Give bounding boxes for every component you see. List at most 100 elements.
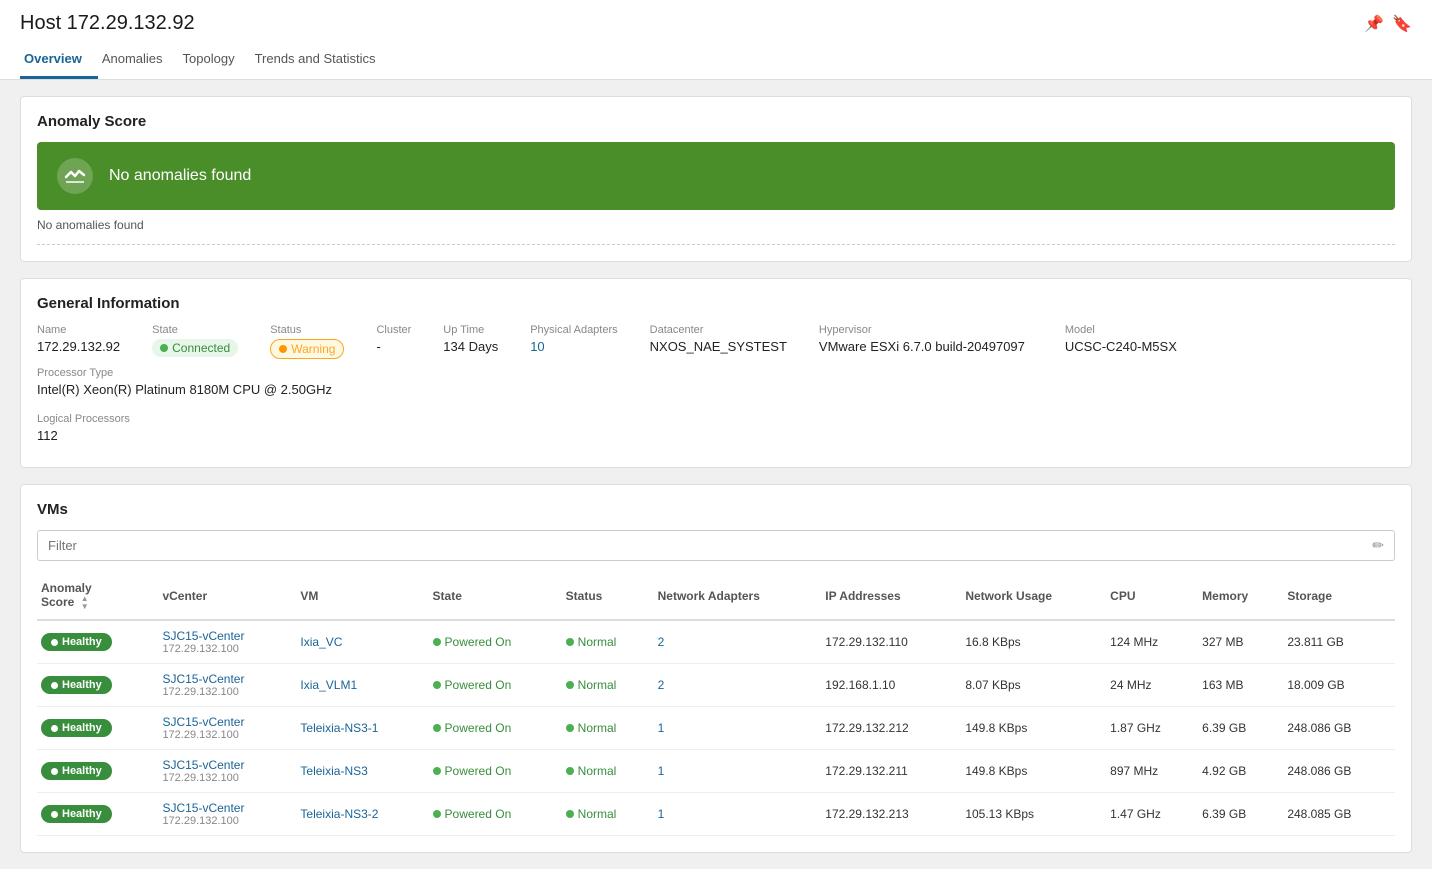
state-label: State xyxy=(152,324,238,336)
cell-memory: 163 MB xyxy=(1198,664,1283,707)
state-powered-on: Powered On xyxy=(433,678,512,692)
cell-anomaly: Healthy xyxy=(37,664,158,707)
table-row: Healthy SJC15-vCenter 172.29.132.100 Ixi… xyxy=(37,620,1395,664)
vcenter-link[interactable]: SJC15-vCenter xyxy=(162,801,288,815)
vm-link[interactable]: Ixia_VLM1 xyxy=(300,678,357,692)
status-normal: Normal xyxy=(566,807,617,821)
sort-anomaly[interactable]: ▲▼ xyxy=(81,595,89,611)
cell-network-usage: 149.8 KBps xyxy=(961,750,1106,793)
cell-status: Normal xyxy=(562,793,654,836)
network-adapters-link[interactable]: 1 xyxy=(658,807,665,821)
cell-network-adapters: 1 xyxy=(654,750,822,793)
healthy-badge: Healthy xyxy=(41,762,112,780)
cell-vcenter: SJC15-vCenter 172.29.132.100 xyxy=(158,750,296,793)
vm-link[interactable]: Teleixia-NS3-2 xyxy=(300,807,378,821)
info-processor: Processor Type Intel(R) Xeon(R) Platinum… xyxy=(37,367,364,397)
pin-icon[interactable]: 📌 xyxy=(1364,14,1384,34)
status-dot xyxy=(279,345,287,353)
state-dot xyxy=(433,767,441,775)
vm-link[interactable]: Teleixia-NS3-1 xyxy=(300,721,378,735)
network-adapters-link[interactable]: 2 xyxy=(658,635,665,649)
main-content: Anomaly Score No anomalies found No anom… xyxy=(0,80,1432,869)
vcenter-ip: 172.29.132.100 xyxy=(162,729,288,741)
network-adapters-link[interactable]: 1 xyxy=(658,764,665,778)
cell-anomaly: Healthy xyxy=(37,620,158,664)
datacenter-value: NXOS_NAE_SYSTEST xyxy=(650,339,787,354)
state-powered-on: Powered On xyxy=(433,721,512,735)
vcenter-link[interactable]: SJC15-vCenter xyxy=(162,758,288,772)
tab-overview[interactable]: Overview xyxy=(20,43,98,79)
vcenter-link[interactable]: SJC15-vCenter xyxy=(162,715,288,729)
cell-status: Normal xyxy=(562,750,654,793)
cell-status: Normal xyxy=(562,707,654,750)
vcenter-link[interactable]: SJC15-vCenter xyxy=(162,629,288,643)
filter-input[interactable] xyxy=(48,538,1372,553)
vm-link[interactable]: Ixia_VC xyxy=(300,635,342,649)
cell-state: Powered On xyxy=(429,793,562,836)
healthy-badge: Healthy xyxy=(41,676,112,694)
processor-label: Processor Type xyxy=(37,367,332,379)
cell-cpu: 24 MHz xyxy=(1106,664,1198,707)
cell-vcenter: SJC15-vCenter 172.29.132.100 xyxy=(158,664,296,707)
bookmark-icon[interactable]: 🔖 xyxy=(1392,14,1412,34)
vms-card: VMs ✏ Anomaly Score ▲▼ vCenter VM State … xyxy=(20,484,1412,853)
tab-trends[interactable]: Trends and Statistics xyxy=(251,43,392,79)
model-label: Model xyxy=(1065,324,1177,336)
tab-topology[interactable]: Topology xyxy=(179,43,251,79)
state-value: Connected xyxy=(152,339,238,357)
cell-state: Powered On xyxy=(429,750,562,793)
header-icons: 📌 🔖 xyxy=(1364,14,1412,34)
cell-cpu: 1.47 GHz xyxy=(1106,793,1198,836)
anomaly-score-card: Anomaly Score No anomalies found No anom… xyxy=(20,96,1412,262)
info-model: Model UCSC-C240-M5SX xyxy=(1065,324,1209,359)
cell-network-adapters: 1 xyxy=(654,793,822,836)
table-row: Healthy SJC15-vCenter 172.29.132.100 Tel… xyxy=(37,793,1395,836)
cell-ip-addresses: 172.29.132.213 xyxy=(821,793,961,836)
col-status: Status xyxy=(562,573,654,620)
status-dot xyxy=(566,810,574,818)
table-row: Healthy SJC15-vCenter 172.29.132.100 Tel… xyxy=(37,750,1395,793)
col-cpu: CPU xyxy=(1106,573,1198,620)
processor-value: Intel(R) Xeon(R) Platinum 8180M CPU @ 2.… xyxy=(37,382,332,397)
network-adapters-link[interactable]: 2 xyxy=(658,678,665,692)
cell-storage: 18.009 GB xyxy=(1283,664,1395,707)
general-info-title: General Information xyxy=(37,295,1395,312)
cell-network-usage: 16.8 KBps xyxy=(961,620,1106,664)
cell-network-adapters: 1 xyxy=(654,707,822,750)
cell-memory: 327 MB xyxy=(1198,620,1283,664)
vm-link[interactable]: Teleixia-NS3 xyxy=(300,764,367,778)
cell-status: Normal xyxy=(562,664,654,707)
physical-adapters-link[interactable]: 10 xyxy=(530,339,544,354)
cell-anomaly: Healthy xyxy=(37,793,158,836)
table-header-row: Anomaly Score ▲▼ vCenter VM State Status… xyxy=(37,573,1395,620)
status-dot xyxy=(566,767,574,775)
cell-storage: 23.811 GB xyxy=(1283,620,1395,664)
cell-cpu: 897 MHz xyxy=(1106,750,1198,793)
tab-anomalies[interactable]: Anomalies xyxy=(98,43,179,79)
filter-bar[interactable]: ✏ xyxy=(37,530,1395,561)
info-physical-adapters: Physical Adapters 10 xyxy=(530,324,649,359)
info-uptime: Up Time 134 Days xyxy=(443,324,530,359)
status-value: Warning xyxy=(270,339,344,359)
cell-ip-addresses: 172.29.132.211 xyxy=(821,750,961,793)
info-name: Name 172.29.132.92 xyxy=(37,324,152,359)
cell-vm: Teleixia-NS3-2 xyxy=(296,793,428,836)
cell-network-adapters: 2 xyxy=(654,664,822,707)
cell-memory: 6.39 GB xyxy=(1198,707,1283,750)
filter-edit-icon[interactable]: ✏ xyxy=(1372,537,1384,554)
datacenter-label: Datacenter xyxy=(650,324,787,336)
cell-ip-addresses: 172.29.132.110 xyxy=(821,620,961,664)
name-value: 172.29.132.92 xyxy=(37,339,120,354)
cell-status: Normal xyxy=(562,620,654,664)
healthy-badge: Healthy xyxy=(41,719,112,737)
cell-ip-addresses: 172.29.132.212 xyxy=(821,707,961,750)
table-row: Healthy SJC15-vCenter 172.29.132.100 Tel… xyxy=(37,707,1395,750)
vcenter-link[interactable]: SJC15-vCenter xyxy=(162,672,288,686)
state-dot xyxy=(433,724,441,732)
page-title-bar: Host 172.29.132.92 📌 🔖 xyxy=(20,12,1412,35)
status-dot xyxy=(566,638,574,646)
cell-state: Powered On xyxy=(429,707,562,750)
network-adapters-link[interactable]: 1 xyxy=(658,721,665,735)
cluster-value: - xyxy=(376,339,411,354)
col-ip-addresses: IP Addresses xyxy=(821,573,961,620)
